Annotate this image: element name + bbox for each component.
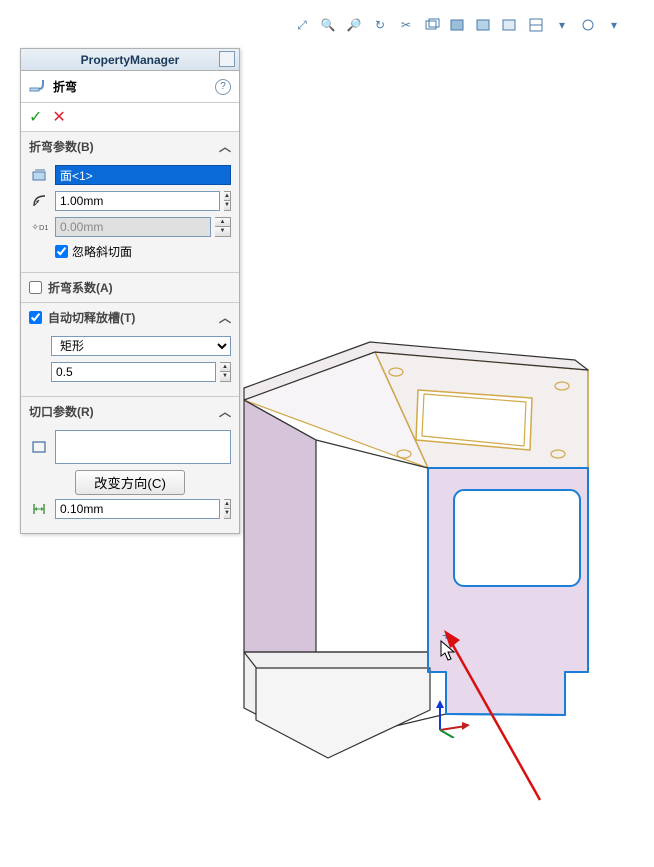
gap-icon	[29, 499, 51, 519]
ok-button[interactable]: ✓	[29, 107, 42, 127]
gap-input[interactable]	[55, 499, 220, 519]
more-dropdown-icon[interactable]: ▾	[604, 15, 624, 35]
relief-title: 自动切释放槽(T)	[48, 309, 135, 326]
view-settings-icon[interactable]: ▾	[552, 15, 572, 35]
apply-scene-icon[interactable]	[526, 15, 546, 35]
bend-params-header[interactable]: 折弯参数(B) ︿	[21, 132, 239, 161]
pm-title: PropertyManager	[81, 53, 180, 67]
section-view-icon[interactable]: ✂	[396, 15, 416, 35]
zoom-previous-icon[interactable]: 🔎	[344, 15, 364, 35]
reverse-direction-button[interactable]: 改变方向(C)	[75, 470, 185, 495]
fixed-face-icon	[29, 165, 51, 185]
bend-coef-title: 折弯系数(A)	[48, 279, 113, 296]
rotate-view-icon[interactable]: ↻	[370, 15, 390, 35]
property-manager-panel: PropertyManager 折弯 ? ✓ ✕ 折弯参数(B) ︿ 面<1>	[20, 48, 240, 534]
help-icon[interactable]: ?	[215, 79, 231, 95]
chevron-up-icon: ︿	[219, 138, 231, 155]
model-3d	[244, 342, 588, 758]
zoom-fit-icon[interactable]: ⤢	[292, 15, 312, 35]
bend-params-section: 折弯参数(B) ︿ 面<1> ▲▼ ✧D1 0.00mm ▲▼	[21, 132, 239, 273]
relief-ratio-input[interactable]	[51, 362, 216, 382]
ignore-bevel-checkbox[interactable]	[55, 245, 68, 258]
ok-cancel-bar: ✓ ✕	[21, 103, 239, 132]
chevron-up-icon: ︿	[219, 403, 231, 420]
edit-appearance-icon[interactable]	[500, 15, 520, 35]
offset-icon: ✧D1	[29, 217, 51, 237]
bend-radius-input[interactable]	[55, 191, 220, 211]
cancel-button[interactable]: ✕	[52, 107, 65, 127]
cut-params-header[interactable]: 切口参数(R) ︿	[21, 397, 239, 426]
fixed-face-field[interactable]: 面<1>	[55, 165, 231, 185]
svg-text:+: +	[442, 627, 450, 643]
radius-spinner[interactable]: ▲▼	[224, 191, 231, 211]
ignore-bevel-label: 忽略斜切面	[72, 243, 132, 260]
pm-titlebar: PropertyManager	[21, 49, 239, 71]
render-tools-icon[interactable]	[578, 15, 598, 35]
cut-params-section: 切口参数(R) ︿ 改变方向(C) ▲▼	[21, 397, 239, 533]
bend-radius-icon	[29, 191, 51, 211]
bend-coef-header[interactable]: 折弯系数(A)	[21, 273, 239, 302]
gap-spinner[interactable]: ▲▼	[224, 499, 231, 519]
view-orientation-icon[interactable]	[422, 15, 442, 35]
relief-section: 自动切释放槽(T) ︿ 矩形 ▲▼	[21, 303, 239, 397]
hide-show-icon[interactable]	[474, 15, 494, 35]
offset-input: 0.00mm	[55, 217, 211, 237]
pin-icon[interactable]	[219, 51, 235, 67]
feature-name: 折弯	[53, 78, 77, 95]
display-style-icon[interactable]	[448, 15, 468, 35]
offset-spinner[interactable]: ▲▼	[215, 217, 231, 237]
ratio-spinner[interactable]: ▲▼	[220, 362, 231, 382]
zoom-area-icon[interactable]: 🔍	[318, 15, 338, 35]
relief-header[interactable]: 自动切释放槽(T) ︿	[21, 303, 239, 332]
feature-header: 折弯 ?	[21, 71, 239, 103]
rip-edge-icon	[29, 437, 51, 457]
bend-coef-section: 折弯系数(A)	[21, 273, 239, 303]
rip-edges-field[interactable]	[55, 430, 231, 464]
bend-coef-checkbox[interactable]	[29, 281, 42, 294]
heads-up-toolbar: ⤢ 🔍 🔎 ↻ ✂ ▾ ▾	[280, 10, 624, 40]
chevron-up-icon: ︿	[219, 309, 231, 326]
bend-params-title: 折弯参数(B)	[29, 138, 94, 155]
relief-checkbox[interactable]	[29, 311, 42, 324]
bend-feature-icon	[29, 77, 47, 96]
cut-params-title: 切口参数(R)	[29, 403, 94, 420]
orientation-triad	[432, 698, 472, 738]
relief-type-select[interactable]: 矩形	[51, 336, 231, 356]
